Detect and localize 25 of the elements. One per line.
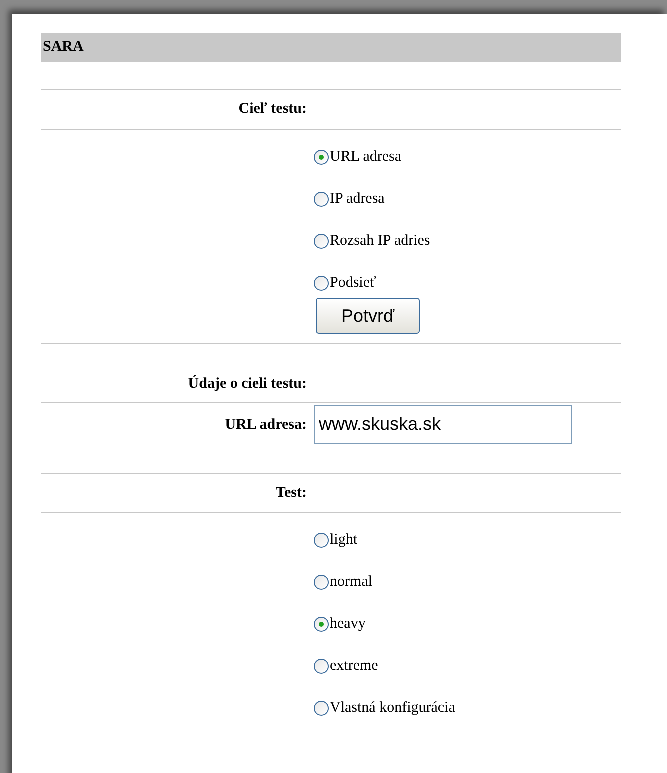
header-title: SARA (43, 38, 84, 58)
radio-label: URL adresa (330, 148, 402, 167)
radio-button[interactable] (314, 192, 329, 206)
radio-button[interactable] (314, 276, 329, 290)
radio-label: normal (330, 572, 372, 592)
radio-label: extreme (330, 656, 378, 676)
radio-label: heavy (330, 614, 366, 634)
radio-button[interactable] (314, 150, 329, 164)
radio-label: IP adresa (330, 190, 385, 209)
url-input[interactable]: www.skuska.sk (314, 405, 572, 444)
section-label: Cieľ testu: (238, 100, 307, 120)
radio-button[interactable] (314, 574, 329, 590)
section-label: URL adresa: (225, 416, 307, 435)
radio-button[interactable] (314, 616, 329, 632)
confirm-button[interactable]: Potvrď (316, 298, 420, 334)
section-label: Test: (276, 484, 307, 503)
radio-label: Vlastná konfigurácia (330, 698, 456, 718)
radio-button[interactable] (314, 532, 329, 548)
radio-label: light (330, 530, 358, 550)
radio-button[interactable] (314, 700, 329, 716)
radio-button[interactable] (314, 234, 329, 248)
section-label: Údaje o cieli testu: (188, 374, 307, 394)
radio-label: Rozsah IP adries (330, 232, 430, 251)
radio-button[interactable] (314, 658, 329, 674)
radio-label: Podsieť (330, 274, 376, 293)
